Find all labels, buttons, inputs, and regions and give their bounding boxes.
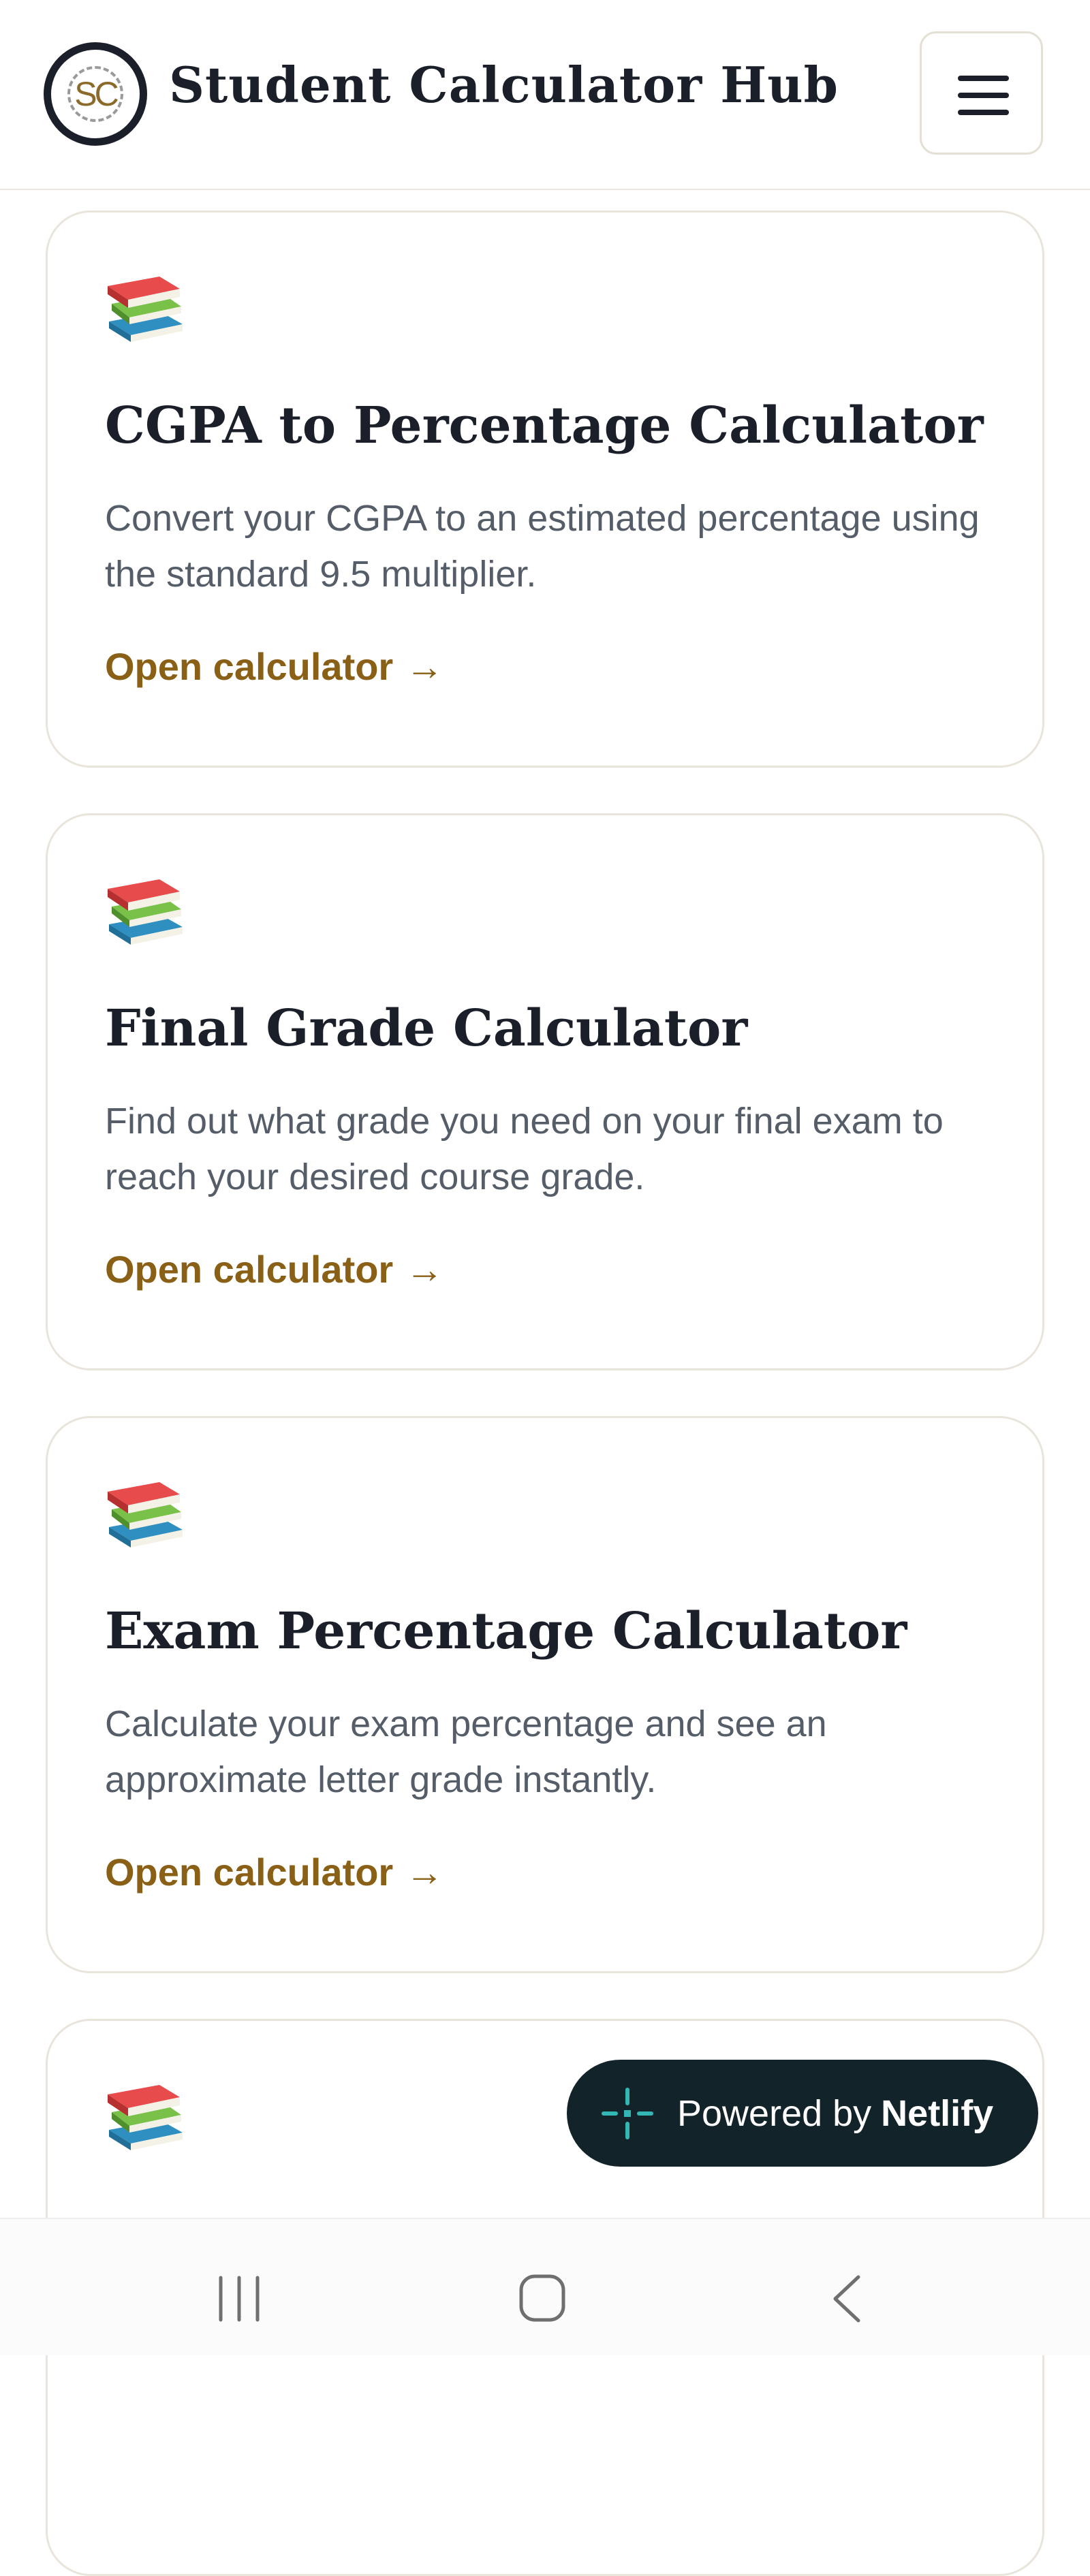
books-icon <box>108 2085 183 2150</box>
menu-icon-bar <box>958 93 1009 98</box>
calculator-card[interactable]: Final Grade Calculator Find out what gra… <box>46 813 1044 1370</box>
menu-icon-bar <box>958 110 1009 115</box>
link-label: Open calculator <box>105 645 394 688</box>
site-title[interactable]: Student Calculator Hub <box>169 56 839 114</box>
books-icon <box>108 879 183 945</box>
open-calculator-link[interactable]: Open calculator → <box>105 1850 443 1894</box>
site-logo[interactable]: SC <box>44 42 147 146</box>
books-icon <box>108 1482 183 1548</box>
home-icon[interactable] <box>518 2274 566 2323</box>
link-label: Open calculator <box>105 1248 394 1291</box>
netlify-icon <box>602 2087 653 2139</box>
badge-prefix: Powered by <box>677 2092 872 2134</box>
card-title: Final Grade Calculator <box>105 999 748 1058</box>
arrow-right-icon: → <box>405 1248 444 1291</box>
badge-brand: Netlify <box>881 2092 994 2134</box>
card-description: Find out what grade you need on your fin… <box>105 1101 944 1197</box>
open-calculator-link[interactable]: Open calculator → <box>105 644 443 689</box>
hamburger-menu-button[interactable] <box>920 31 1043 155</box>
card-description: Convert your CGPA to an estimated percen… <box>105 498 980 595</box>
card-title: CGPA to Percentage Calculator <box>105 396 984 455</box>
arrow-right-icon: → <box>405 1851 444 1894</box>
link-label: Open calculator <box>105 1851 394 1894</box>
powered-by-netlify-badge[interactable]: Powered by Netlify <box>567 2060 1038 2167</box>
logo-monogram: SC <box>67 66 123 122</box>
app-header: SC Student Calculator Hub <box>0 0 1090 190</box>
menu-icon-bar <box>958 76 1009 81</box>
system-navigation-bar <box>0 2218 1090 2355</box>
calculator-card[interactable]: CGPA to Percentage Calculator Convert yo… <box>46 210 1044 768</box>
card-title: Exam Percentage Calculator <box>105 1602 907 1661</box>
back-icon[interactable] <box>830 2274 864 2324</box>
recent-apps-icon[interactable] <box>217 2275 262 2323</box>
open-calculator-link[interactable]: Open calculator → <box>105 1247 443 1291</box>
card-description: Calculate your exam percentage and see a… <box>105 1703 827 1800</box>
arrow-right-icon: → <box>405 645 444 688</box>
calculator-card[interactable]: Exam Percentage Calculator Calculate you… <box>46 1416 1044 1973</box>
books-icon <box>108 277 183 342</box>
